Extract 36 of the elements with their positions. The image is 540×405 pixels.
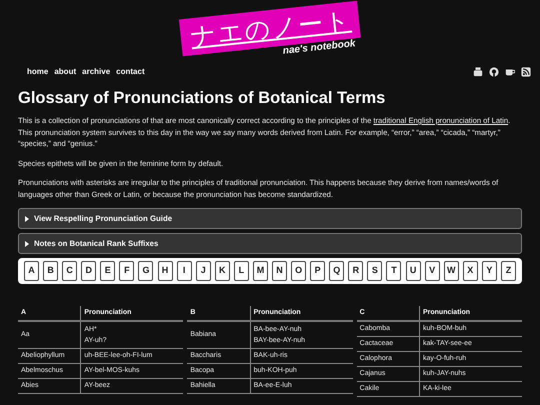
letter-button[interactable]: G [138,261,154,281]
letter-button[interactable]: T [386,261,402,281]
feed-icon[interactable] [521,67,531,77]
letter-button[interactable]: V [424,261,440,281]
letter-button[interactable]: F [119,261,134,281]
page-title: Glossary of Pronunciations of Botanical Terms [18,88,386,108]
nav-link[interactable]: about [54,66,76,78]
letter-button[interactable]: A [24,261,39,281]
letter-button[interactable]: S [367,261,382,281]
letter-button[interactable]: R [348,261,364,281]
letter-button[interactable]: K [214,261,230,281]
letter-button[interactable]: Z [500,261,516,281]
letter-button[interactable]: C [62,261,78,281]
nav-link[interactable]: archive [82,66,110,78]
nav-link[interactable]: home [27,66,48,78]
letter-button[interactable]: B [43,261,58,281]
letter-button[interactable]: Y [482,261,497,281]
letter-button[interactable]: U [406,261,421,281]
letter-button[interactable]: I [176,261,192,281]
letter-button[interactable]: N [272,261,288,281]
letter-button[interactable]: L [234,261,249,281]
cup-icon[interactable] [505,67,515,77]
caret-icon [24,216,30,222]
letter-button[interactable]: D [81,261,96,281]
letter-button[interactable]: W [444,261,459,281]
letter-button[interactable]: Q [329,261,344,281]
letter-button[interactable]: H [158,261,173,281]
site-subtitle: nae's notebook [282,38,356,58]
nav-link[interactable]: contact [116,66,145,78]
letter-button[interactable]: M [252,261,268,281]
letter-button[interactable]: E [100,261,116,281]
letter-button[interactable]: P [310,261,326,281]
letter-button[interactable]: O [291,261,306,281]
caret-icon [24,240,30,246]
letter-button[interactable]: X [462,261,478,281]
letter-button[interactable]: J [196,261,211,281]
